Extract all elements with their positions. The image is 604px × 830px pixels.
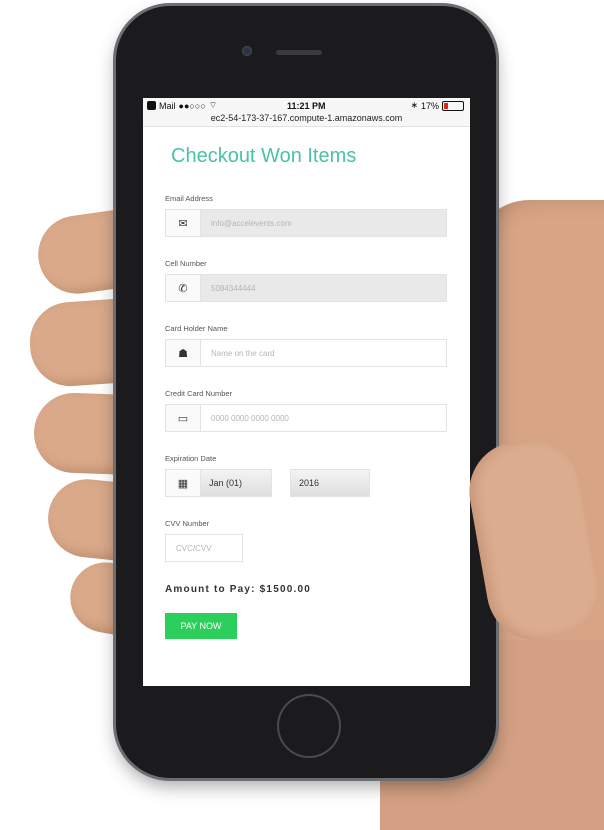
email-input-group: ✉ info@accelevents.com [165, 209, 447, 237]
amount-to-pay: Amount to Pay: $1500.00 [165, 584, 311, 595]
phone-field[interactable]: 5084344444 [200, 274, 447, 302]
battery-percent: 17% [420, 100, 439, 111]
card-number-label: Credit Card Number [165, 389, 233, 398]
phone-screen: Mail ●●○○○ ⌔ 11:21 PM ∗ 17% ec2-54-173-3… [143, 98, 470, 686]
cvv-label: CVV Number [165, 519, 210, 528]
expiration-label: Expiration Date [165, 454, 217, 463]
status-carrier[interactable]: Mail [159, 101, 176, 111]
calendar-icon: ▦ [165, 469, 200, 497]
signal-icon: ●●○○○ [178, 100, 206, 111]
card-number-input-group: ▭ 0000 0000 0000 0000 [165, 404, 447, 432]
home-button[interactable] [279, 696, 339, 756]
speaker-grille [276, 50, 322, 55]
card-holder-label: Card Holder Name [165, 324, 228, 333]
phone-device: Mail ●●○○○ ⌔ 11:21 PM ∗ 17% ec2-54-173-3… [116, 6, 496, 778]
back-to-mail-icon[interactable] [147, 101, 156, 110]
cvv-field[interactable]: CVC/CVV [165, 534, 243, 562]
expiration-input-group: ▦ Jan (01) 2016 [165, 469, 373, 497]
phone-label: Cell Number [165, 259, 207, 268]
address-bar-url[interactable]: ec2-54-173-37-167.compute-1.amazonaws.co… [143, 113, 470, 123]
card-holder-input-group: ☗ Name on the card [165, 339, 447, 367]
card-number-field[interactable]: 0000 0000 0000 0000 [200, 404, 447, 432]
phone-icon: ✆ [165, 274, 200, 302]
bluetooth-icon: ∗ [410, 100, 418, 110]
card-holder-field[interactable]: Name on the card [200, 339, 447, 367]
expiration-year-select[interactable]: 2016 [290, 469, 370, 497]
email-field[interactable]: info@accelevents.com [200, 209, 447, 237]
checkout-form: Checkout Won Items Email Address ✉ info@… [143, 127, 470, 639]
email-label: Email Address [165, 194, 213, 203]
user-icon: ☗ [165, 339, 200, 367]
phone-input-group: ✆ 5084344444 [165, 274, 447, 302]
pay-now-button[interactable]: PAY NOW [165, 613, 237, 639]
camera-icon [242, 46, 252, 56]
page-title: Checkout Won Items [171, 145, 357, 167]
battery-icon [442, 100, 464, 111]
expiration-month-select[interactable]: Jan (01) [200, 469, 272, 497]
credit-card-icon: ▭ [165, 404, 200, 432]
status-bar: Mail ●●○○○ ⌔ 11:21 PM ∗ 17% ec2-54-173-3… [143, 98, 470, 127]
status-time: 11:21 PM [287, 100, 326, 111]
wifi-icon: ⌔ [208, 100, 218, 110]
envelope-icon: ✉ [165, 209, 200, 237]
